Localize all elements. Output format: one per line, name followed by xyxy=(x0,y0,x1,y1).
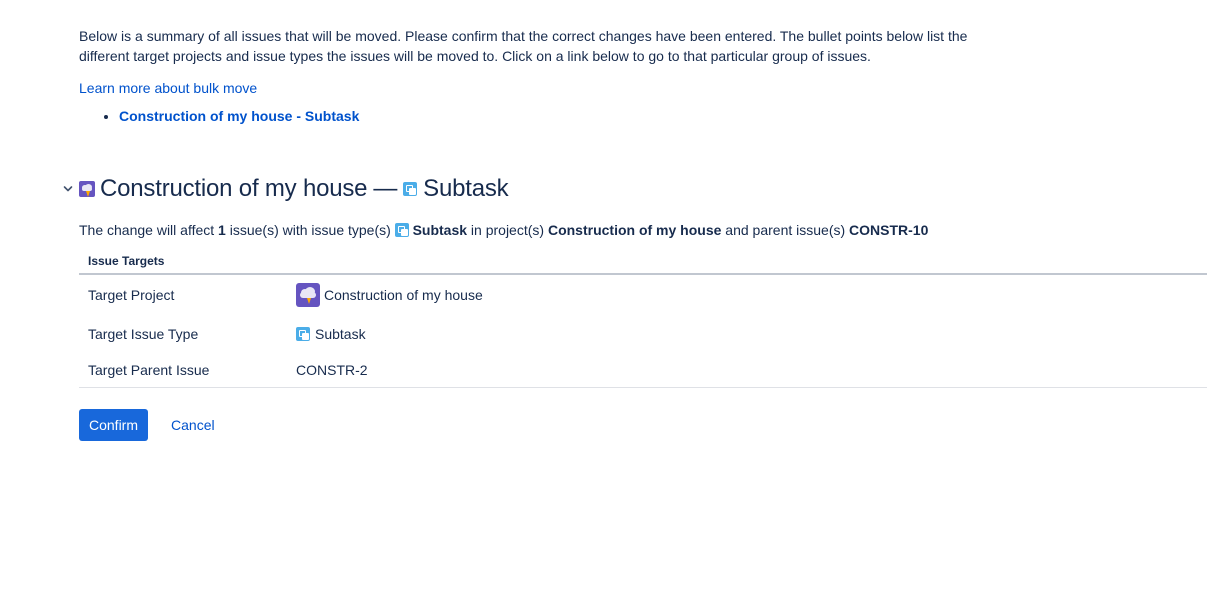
affect-summary: The change will affect 1 issue(s) with i… xyxy=(79,220,928,240)
target-group-list: Construction of my house - Subtask xyxy=(79,106,359,126)
chevron-down-icon[interactable] xyxy=(62,183,74,195)
learn-more-link[interactable]: Learn more about bulk move xyxy=(79,78,257,98)
target-parent-label: Target Parent Issue xyxy=(79,353,287,388)
target-project-cell: Construction of my house xyxy=(287,274,1207,315)
confirm-button[interactable]: Confirm xyxy=(79,409,149,441)
subtask-icon xyxy=(394,223,409,237)
table-row: Target Parent Issue CONSTR-2 xyxy=(79,353,1207,388)
summary-text-1: issue(s) with issue type(s) xyxy=(229,222,391,238)
subtask-icon xyxy=(296,327,310,341)
summary-issue-type: Subtask xyxy=(412,222,468,238)
subtask-icon xyxy=(403,182,418,196)
section-title: Construction of my house — Subtask xyxy=(79,175,509,203)
cancel-link[interactable]: Cancel xyxy=(171,417,215,433)
section-issue-type: Subtask xyxy=(423,175,509,202)
group-link-construction-subtask[interactable]: Construction of my house - Subtask xyxy=(119,108,359,124)
intro-text: Below is a summary of all issues that wi… xyxy=(79,28,968,64)
target-project-label: Target Project xyxy=(88,287,175,303)
table-row: Target Issue Type Subtask xyxy=(79,315,1207,353)
summary-parent: CONSTR-10 xyxy=(849,222,929,238)
action-bar: Confirm Cancel xyxy=(79,409,215,441)
list-item: Construction of my house - Subtask xyxy=(119,106,359,126)
summary-prefix: The change will affect xyxy=(79,222,215,238)
issue-targets-table: Issue Targets Target Project Constructio… xyxy=(79,248,1207,388)
summary-text-2: in project(s) xyxy=(470,222,545,238)
target-issue-type-value: Subtask xyxy=(315,326,366,342)
target-issue-type-label: Target Issue Type xyxy=(88,326,199,342)
summary-count: 1 xyxy=(218,222,226,238)
target-parent-value: CONSTR-2 xyxy=(287,353,1207,388)
summary-project: Construction of my house xyxy=(547,222,722,238)
target-project-value: Construction of my house xyxy=(324,287,483,303)
summary-text-3: and parent issue(s) xyxy=(725,222,846,238)
table-row: Target Project Construction of my house xyxy=(79,274,1207,315)
project-avatar-icon xyxy=(296,283,320,307)
section-separator: — xyxy=(373,175,398,202)
target-issue-type-cell: Subtask xyxy=(287,315,1207,353)
project-avatar-icon xyxy=(79,181,95,197)
table-header: Issue Targets xyxy=(79,248,1207,275)
section-header: Construction of my house — Subtask xyxy=(62,172,509,206)
section-project-name: Construction of my house xyxy=(100,175,368,202)
